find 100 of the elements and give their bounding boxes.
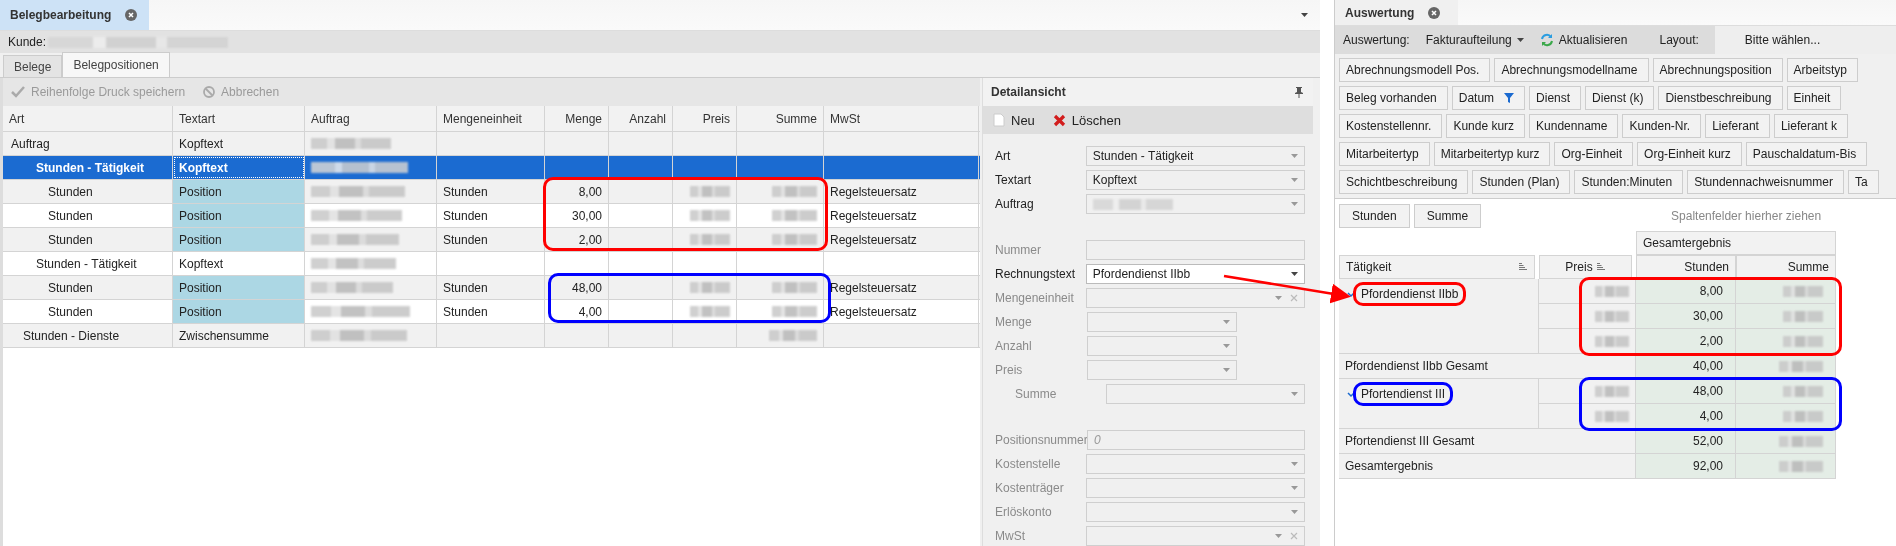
table-cell: Stunden xyxy=(443,280,488,295)
field-chip[interactable]: Stunden (Plan) xyxy=(1472,170,1571,194)
field-chip[interactable]: Org-Einheit kurz xyxy=(1637,142,1742,166)
tab[interactable]: Belege xyxy=(3,55,63,77)
blurred-text xyxy=(1779,460,1823,472)
field-chip[interactable]: Abrechnungsmodellname xyxy=(1494,58,1649,82)
sort-icon[interactable] xyxy=(1596,263,1606,271)
field-chip[interactable]: Kostenstellennr. xyxy=(1339,114,1443,138)
table-row[interactable]: Stunden - Tätigkeit Kopftext xyxy=(3,156,980,180)
data-field-chip[interactable]: Summe xyxy=(1413,204,1482,228)
field-chip[interactable]: Dienst xyxy=(1529,86,1582,110)
new-button[interactable]: Neu xyxy=(993,112,1035,128)
field-chip[interactable]: Lieferant k xyxy=(1773,114,1848,138)
caret-icon xyxy=(1223,368,1230,372)
column-header[interactable]: Preis xyxy=(673,106,737,131)
refresh-icon xyxy=(1539,33,1554,47)
column-header[interactable]: Anzahl xyxy=(609,106,673,131)
caret-icon xyxy=(1275,296,1282,300)
table-cell: Zwischensumme xyxy=(173,324,305,347)
field-chip[interactable]: Abrechnungsposition xyxy=(1652,58,1783,82)
column-header[interactable]: Textart xyxy=(173,106,305,131)
table-row[interactable]: Stunden Position Stunden 2,00 Regelsteuersatz xyxy=(3,228,980,252)
panel-title: Detailansicht xyxy=(991,85,1066,99)
filter-icon[interactable] xyxy=(1504,93,1515,103)
table-row[interactable]: Stunden - Tätigkeit Kopftext xyxy=(3,252,980,276)
field-chip[interactable]: Dienst (k) xyxy=(1585,86,1655,110)
table-cell: Stunden xyxy=(48,184,93,199)
field-chip[interactable]: Einheit xyxy=(1786,86,1842,110)
caret-icon xyxy=(1291,510,1298,514)
blurred-text xyxy=(1783,310,1823,322)
blurred-text xyxy=(1779,360,1823,372)
field-chip[interactable]: Mitarbeitertyp kurz xyxy=(1433,142,1551,166)
value-cell: 52,00 xyxy=(1636,429,1736,454)
close-icon[interactable] xyxy=(1428,6,1441,19)
blurred-text xyxy=(690,234,730,245)
close-icon[interactable] xyxy=(125,9,138,21)
column-header[interactable]: Art xyxy=(3,106,173,131)
data-field-chip[interactable]: Stunden xyxy=(1339,204,1410,228)
layout-field[interactable]: Bitte wählen... xyxy=(1714,26,1896,54)
combo-box[interactable]: Kopftext xyxy=(1085,170,1305,190)
field-label: Menge xyxy=(995,315,1033,329)
blurred-text xyxy=(1783,285,1823,297)
chevron-down-icon[interactable] xyxy=(1347,392,1355,398)
refresh-button[interactable]: Aktualisieren xyxy=(1539,33,1628,47)
field-chip[interactable]: Stunden:Minuten xyxy=(1574,170,1684,194)
delete-button[interactable]: Löschen xyxy=(1052,112,1121,128)
field-label: Preis xyxy=(995,363,1024,377)
table-row[interactable]: Auftrag Kopftext xyxy=(3,132,980,156)
column-header[interactable]: Summe xyxy=(737,106,824,131)
table-row[interactable]: Stunden - Dienste Zwischensumme xyxy=(3,324,980,348)
layout-label: Layout: xyxy=(1659,33,1699,47)
document-tab[interactable]: Auswertung xyxy=(1335,0,1459,25)
field-chip[interactable]: Kunden-Nr. xyxy=(1622,114,1702,138)
combo-box[interactable]: Pfordendienst IIbb xyxy=(1085,264,1305,284)
row-field-header[interactable]: Preis xyxy=(1539,255,1632,279)
field-chip[interactable]: Datum xyxy=(1451,86,1526,110)
value-cell: 8,00 xyxy=(1636,279,1736,304)
report-dropdown[interactable]: Fakturaufteilung xyxy=(1425,33,1524,47)
field-label: Nummer xyxy=(995,243,1042,257)
table-row[interactable]: Stunden Position Stunden 8,00 Regelsteuersatz xyxy=(3,180,980,204)
field-chip[interactable]: Pauschaldatum-Bis xyxy=(1745,142,1868,166)
table-cell: Stunden xyxy=(48,280,93,295)
table-cell: Regelsteuersatz xyxy=(830,208,917,223)
blurred-text xyxy=(1783,385,1823,397)
table-cell: 4,00 xyxy=(578,304,602,319)
tab[interactable]: Belegpositionen xyxy=(62,52,170,77)
column-header: Gesamtergebnis xyxy=(1636,231,1836,255)
column-header[interactable]: Menge xyxy=(545,106,609,131)
field-chip[interactable]: Beleg vorhanden xyxy=(1339,86,1448,110)
column-header[interactable]: Auftrag xyxy=(305,106,437,131)
table-row[interactable]: Stunden Position Stunden 4,00 Regelsteuersatz xyxy=(3,300,980,324)
sort-icon[interactable] xyxy=(1519,263,1528,271)
combo-box[interactable]: Stunden - Tätigkeit xyxy=(1085,146,1305,166)
table-row[interactable]: Stunden Position Stunden 30,00 Regelsteuersatz xyxy=(3,204,980,228)
table-row[interactable]: Stunden Position Stunden 48,00 Regelsteuersatz xyxy=(3,276,980,300)
chevron-down-icon[interactable] xyxy=(1347,292,1355,298)
blurred-text xyxy=(1783,335,1823,347)
field-chip[interactable]: Kunde kurz xyxy=(1446,114,1526,138)
field-chip[interactable]: Ta xyxy=(1847,170,1879,194)
table-cell: Regelsteuersatz xyxy=(830,280,917,295)
field-chip[interactable]: Stundennachweisnummer xyxy=(1687,170,1844,194)
pin-icon[interactable] xyxy=(1295,86,1303,98)
column-header[interactable]: MwSt xyxy=(824,106,979,131)
field-chip[interactable]: Org-Einheit xyxy=(1554,142,1634,166)
blurred-text xyxy=(1595,310,1629,322)
field-chip[interactable]: Arbeitstyp xyxy=(1786,58,1858,82)
field-label: Positionsnummer xyxy=(995,433,1087,447)
combo-box[interactable] xyxy=(1085,194,1305,214)
column-header[interactable]: Mengeneinheit xyxy=(437,106,545,131)
field-chip[interactable]: Lieferant xyxy=(1705,114,1770,138)
blurred-text xyxy=(690,282,730,293)
field-chip[interactable]: Schichtbeschreibung xyxy=(1339,170,1469,194)
row-field-header[interactable]: Tätigkeit xyxy=(1339,255,1535,279)
table-cell: 30,00 xyxy=(571,208,602,223)
document-tab[interactable]: Belegbearbeitung xyxy=(0,0,150,30)
field-chip[interactable]: Abrechnungsmodell Pos. xyxy=(1339,58,1491,82)
field-chip[interactable]: Kundenname xyxy=(1529,114,1619,138)
caret-icon[interactable] xyxy=(1301,13,1308,17)
field-chip[interactable]: Mitarbeitertyp xyxy=(1339,142,1430,166)
field-chip[interactable]: Dienstbeschreibung xyxy=(1658,86,1783,110)
